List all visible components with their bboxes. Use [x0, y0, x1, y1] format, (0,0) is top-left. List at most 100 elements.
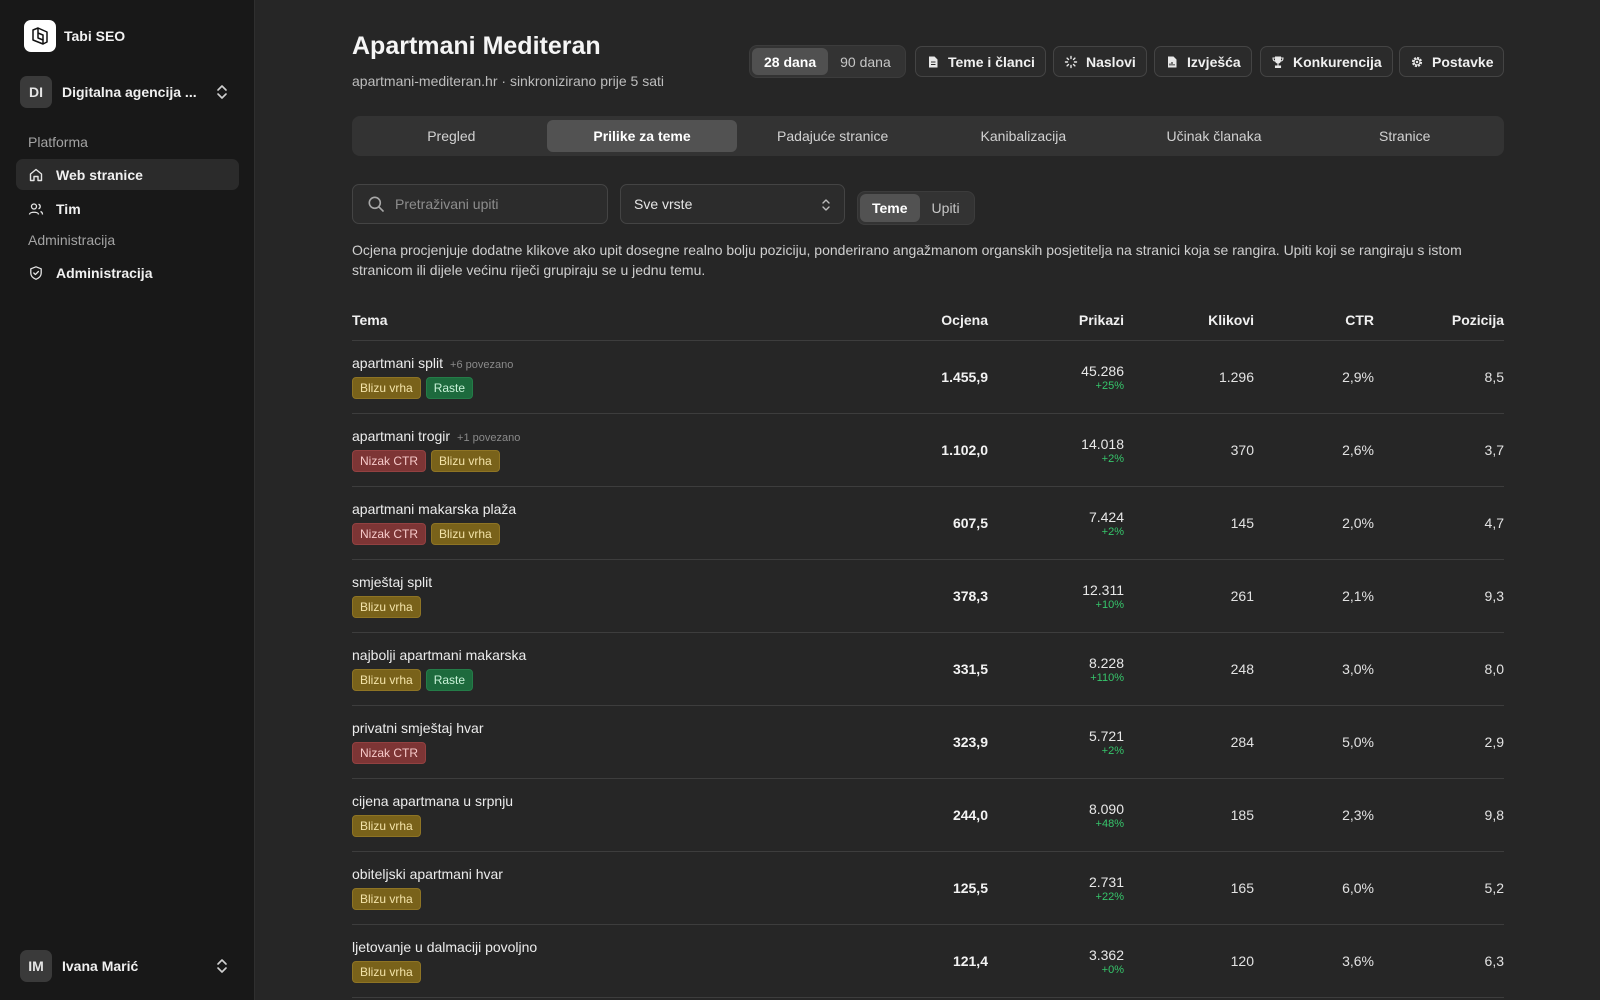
button-label: Postavke	[1432, 53, 1494, 70]
topic-name[interactable]: apartmani split	[352, 355, 443, 371]
topic-tags: Blizu vrha Raste	[352, 377, 912, 399]
clicks-cell: 248	[1230, 661, 1254, 677]
reports-button[interactable]: Izvješća	[1154, 46, 1252, 77]
button-label: Konkurencija	[1293, 53, 1382, 70]
clicks-cell: 370	[1230, 442, 1254, 458]
sidebar-item-web-stranice[interactable]: Web stranice	[16, 159, 239, 190]
topic-name[interactable]: ljetovanje u dalmaciji povoljno	[352, 939, 537, 955]
table-row[interactable]: privatni smještaj hvar Nizak CTR 323,9 5…	[352, 706, 1504, 779]
topic-name[interactable]: cijena apartmana u srpnju	[352, 793, 513, 809]
search-input[interactable]	[395, 196, 595, 212]
tag-near: Blizu vrha	[352, 961, 421, 983]
ctr-cell: 2,0%	[1342, 515, 1374, 531]
column-header-clicks[interactable]: Klikovi	[1124, 312, 1254, 328]
page-subtitle: apartmani-mediteran.hr · sinkronizirano …	[352, 73, 665, 89]
tab-pregled[interactable]: Pregled	[356, 120, 547, 152]
tag-low: Nizak CTR	[352, 523, 427, 545]
topic-name[interactable]: obiteljski apartmani hvar	[352, 866, 503, 882]
topic-name[interactable]: smještaj split	[352, 574, 432, 590]
position-cell: 8,5	[1484, 369, 1504, 385]
topic-name[interactable]: apartmani trogir	[352, 428, 450, 444]
tab-prilike-za-teme[interactable]: Prilike za teme	[546, 120, 738, 152]
shield-icon	[30, 265, 42, 280]
nav-section-platforma: Platforma	[28, 134, 88, 150]
column-header-topic[interactable]: Tema	[352, 312, 912, 328]
score-cell: 378,3	[952, 588, 988, 604]
settings-button[interactable]: Postavke	[1399, 46, 1505, 77]
score-description: Ocjena procjenjuje dodatne klikove ako u…	[352, 242, 1462, 278]
topic-cell: cijena apartmana u srpnju Blizu vrha	[352, 793, 912, 837]
team-name: Digitalna agencija ...	[62, 84, 197, 100]
table-row[interactable]: najbolji apartmani makarska Blizu vrha Ra…	[352, 633, 1504, 706]
ctr-cell: 5,0%	[1342, 734, 1374, 750]
column-header-position[interactable]: Pozicija	[1374, 312, 1504, 328]
tag-near: Blizu vrha	[352, 888, 421, 910]
score-cell: 607,5	[952, 515, 988, 531]
table-header: Tema Ocjena Prikazi Klikovi CTR Pozicija	[352, 300, 1504, 341]
topic-tags: Blizu vrha	[352, 888, 912, 910]
topics-table: Tema Ocjena Prikazi Klikovi CTR Pozicija…	[352, 300, 1504, 998]
table-row[interactable]: apartmani makarska plaža Nizak CTR Blizu …	[352, 487, 1504, 560]
tag-near: Blizu vrha	[431, 523, 500, 545]
impressions-delta: +2%	[1101, 525, 1124, 538]
position-cell: 4,7	[1484, 515, 1504, 531]
brand[interactable]: Tabi SEO	[24, 20, 125, 52]
competition-button[interactable]: Konkurencija	[1260, 46, 1393, 77]
tab-padajuce-stranice[interactable]: Padajuće stranice	[737, 120, 928, 152]
range-90-days-button[interactable]: 90 dana	[828, 48, 903, 75]
impressions-delta: +25%	[1095, 379, 1124, 392]
tag-rise: Raste	[425, 669, 474, 691]
sidebar-item-administracija[interactable]: Administracija	[16, 257, 239, 288]
table-row[interactable]: apartmani trogir +1 povezano Nizak CTR Bli…	[352, 414, 1504, 487]
impressions-cell: 8.090 +48%	[988, 801, 1124, 830]
column-header-score[interactable]: Ocjena	[912, 312, 988, 328]
column-header-impressions[interactable]: Prikazi	[988, 312, 1124, 328]
table-row[interactable]: cijena apartmana u srpnju Blizu vrha 244…	[352, 779, 1504, 852]
impressions-delta: +2%	[1101, 744, 1124, 757]
table-row[interactable]: obiteljski apartmani hvar Blizu vrha 125…	[352, 852, 1504, 925]
topic-name[interactable]: najbolji apartmani makarska	[352, 647, 526, 663]
table-row[interactable]: apartmani split +6 povezano Blizu vrha Ras…	[352, 341, 1504, 414]
range-28-days-button[interactable]: 28 dana	[752, 48, 829, 75]
topic-name[interactable]: privatni smještaj hvar	[352, 720, 484, 736]
view-topics-button[interactable]: Teme	[860, 194, 920, 222]
type-select[interactable]: Sve vrste	[620, 184, 845, 224]
sidebar: Tabi SEO DI Digitalna agencija ... Platf…	[0, 0, 255, 1000]
topic-cell: apartmani split +6 povezano Blizu vrha Ras…	[352, 355, 912, 399]
view-queries-button[interactable]: Upiti	[920, 194, 972, 222]
sidebar-item-tim[interactable]: Tim	[16, 193, 239, 224]
position-cell: 2,9	[1484, 734, 1504, 750]
page-title: Apartmani Mediteran	[352, 32, 601, 60]
tab-kanibalizacija[interactable]: Kanibalizacija	[928, 120, 1119, 152]
topic-cell: ljetovanje u dalmaciji povoljno Blizu vr…	[352, 939, 912, 983]
table-row[interactable]: ljetovanje u dalmaciji povoljno Blizu vr…	[352, 925, 1504, 998]
impressions-delta: +0%	[1101, 963, 1124, 976]
ctr-cell: 2,3%	[1342, 807, 1374, 823]
impressions-delta: +2%	[1101, 452, 1124, 465]
impressions-cell: 2.731 +22%	[988, 874, 1124, 903]
table-row[interactable]: smještaj split Blizu vrha 378,3 12.311 +…	[352, 560, 1504, 633]
ctr-cell: 3,6%	[1342, 953, 1374, 969]
clicks-cell: 185	[1230, 807, 1254, 823]
tab-ucinak-clanaka[interactable]: Učinak članaka	[1119, 120, 1310, 152]
topic-name[interactable]: apartmani makarska plaža	[352, 501, 516, 517]
topic-tags: Blizu vrha Raste	[352, 669, 912, 691]
gear-icon	[1411, 56, 1423, 67]
score-cell: 244,0	[952, 807, 988, 823]
titles-button[interactable]: Naslovi	[1053, 46, 1147, 77]
column-header-ctr[interactable]: CTR	[1254, 312, 1374, 328]
sidebar-item-label: Administracija	[56, 264, 153, 281]
impressions-value: 8.228	[1088, 654, 1124, 671]
tab-stranice[interactable]: Stranice	[1309, 120, 1500, 152]
button-label: Teme i članci	[948, 53, 1035, 70]
topics-articles-button[interactable]: Teme i članci	[915, 46, 1046, 77]
topic-cell: smještaj split Blizu vrha	[352, 574, 912, 618]
impressions-delta: +22%	[1095, 890, 1124, 903]
document-icon	[929, 56, 938, 67]
position-cell: 5,2	[1484, 880, 1504, 896]
topic-cell: obiteljski apartmani hvar Blizu vrha	[352, 866, 912, 910]
user-menu[interactable]: IM Ivana Marić	[16, 948, 239, 984]
team-switcher[interactable]: DI Digitalna agencija ...	[16, 74, 239, 110]
score-cell: 331,5	[952, 661, 988, 677]
related-count: +6 povezano	[450, 359, 514, 371]
